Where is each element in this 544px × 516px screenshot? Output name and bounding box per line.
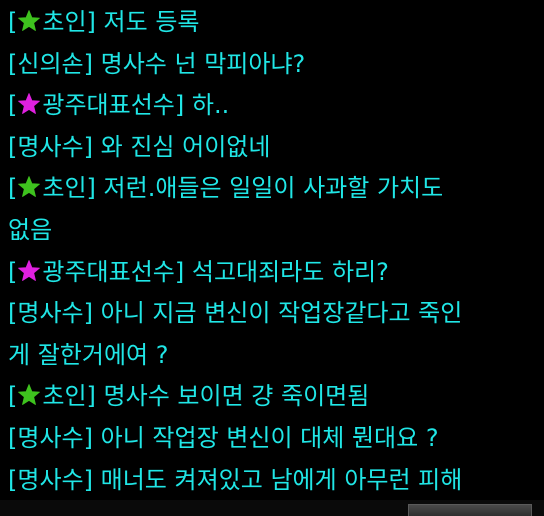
- magenta-star-icon: [17, 92, 41, 116]
- chat-message-continuation: 게 잘한거에여 ?: [8, 340, 169, 369]
- chat-line: [ 광주대표선수] 하..: [8, 85, 538, 127]
- name-bracket-open: [: [8, 49, 18, 78]
- chat-sender-name[interactable]: 초인: [42, 8, 86, 36]
- chat-message-text: 명사수 보이면 걍 죽이면됨: [95, 382, 370, 411]
- chat-line: [명사수] 와 진심 어이없네: [8, 127, 538, 169]
- chat-line: 없음: [8, 210, 538, 252]
- name-bracket-close: ]: [83, 132, 93, 161]
- chat-sender-name[interactable]: 명사수: [17, 466, 83, 494]
- chat-sender-name[interactable]: 초인: [42, 382, 86, 410]
- chat-message-text: 저런.애들은 일일이 사과할 가치도: [95, 174, 444, 203]
- chat-line: [명사수] 아니 지금 변신이 작업장같다고 죽인: [8, 293, 538, 335]
- chat-message-text: 아니 작업장 변신이 대체 뭔대요 ?: [93, 423, 439, 452]
- chat-line: [ 초인] 명사수 보이면 걍 죽이면됨: [8, 376, 538, 418]
- chat-message-text: 하..: [184, 91, 230, 120]
- name-bracket-open: [: [8, 299, 18, 328]
- chat-sender-name[interactable]: 명사수: [17, 424, 83, 452]
- name-bracket-open: [: [8, 465, 18, 494]
- chat-line: [명사수] 아니 작업장 변신이 대체 뭔대요 ?: [8, 418, 538, 460]
- name-bracket-open: [: [8, 8, 18, 36]
- name-bracket-close: ]: [83, 465, 93, 494]
- chat-sender-name[interactable]: 신의손: [17, 50, 83, 78]
- chat-line: [ 초인] 저도 등록: [8, 2, 538, 44]
- chat-sender-name[interactable]: 광주대표선수: [42, 258, 174, 286]
- chat-message-text: 아니 지금 변신이 작업장같다고 죽인: [93, 299, 463, 328]
- name-bracket-open: [: [8, 174, 18, 203]
- magenta-star-icon: [17, 259, 41, 283]
- chat-message-text: 석고대죄라도 하리?: [184, 257, 389, 286]
- name-bracket-close: ]: [86, 382, 96, 411]
- name-bracket-open: [: [8, 132, 18, 161]
- green-star-icon: [17, 175, 41, 199]
- name-bracket-close: ]: [86, 174, 96, 203]
- name-bracket-open: [: [8, 91, 18, 120]
- name-bracket-close: ]: [174, 257, 185, 286]
- chat-log[interactable]: [초인] 저도 등록 [신의손] 명사수 넌 막피아냐?[광주대표선수] 하..[…: [8, 2, 538, 501]
- chat-panel: [초인] 저도 등록 [신의손] 명사수 넌 막피아냐?[광주대표선수] 하..[…: [0, 0, 544, 516]
- name-bracket-open: [: [8, 423, 18, 452]
- green-star-icon: [17, 9, 41, 33]
- chat-bottom-button[interactable]: [408, 504, 532, 516]
- chat-sender-name[interactable]: 명사수: [17, 133, 83, 161]
- chat-line: [ 광주대표선수] 석고대죄라도 하리?: [8, 252, 538, 294]
- chat-line: [신의손] 명사수 넌 막피아냐?: [8, 44, 538, 86]
- chat-message-text: 매너도 켜져있고 남에게 아무런 피해: [93, 465, 463, 494]
- chat-line: 게 잘한거에여 ?: [8, 335, 538, 377]
- name-bracket-open: [: [8, 257, 18, 286]
- green-star-icon: [17, 383, 41, 407]
- name-bracket-close: ]: [83, 423, 93, 452]
- chat-line: [명사수] 매너도 켜져있고 남에게 아무런 피해: [8, 460, 538, 502]
- name-bracket-close: ]: [83, 299, 93, 328]
- chat-sender-name[interactable]: 명사수: [17, 299, 83, 327]
- name-bracket-close: ]: [174, 91, 185, 120]
- name-bracket-open: [: [8, 382, 18, 411]
- chat-message-text: 와 진심 어이없네: [93, 132, 271, 161]
- chat-message-text: 명사수 넌 막피아냐?: [93, 49, 306, 78]
- chat-message-continuation: 없음: [8, 215, 53, 244]
- name-bracket-close: ]: [86, 8, 96, 36]
- chat-sender-name[interactable]: 광주대표선수: [42, 91, 174, 119]
- chat-line: [ 초인] 저런.애들은 일일이 사과할 가치도: [8, 168, 538, 210]
- name-bracket-close: ]: [83, 49, 93, 78]
- chat-message-text: 저도 등록: [95, 8, 200, 36]
- chat-sender-name[interactable]: 초인: [42, 174, 86, 202]
